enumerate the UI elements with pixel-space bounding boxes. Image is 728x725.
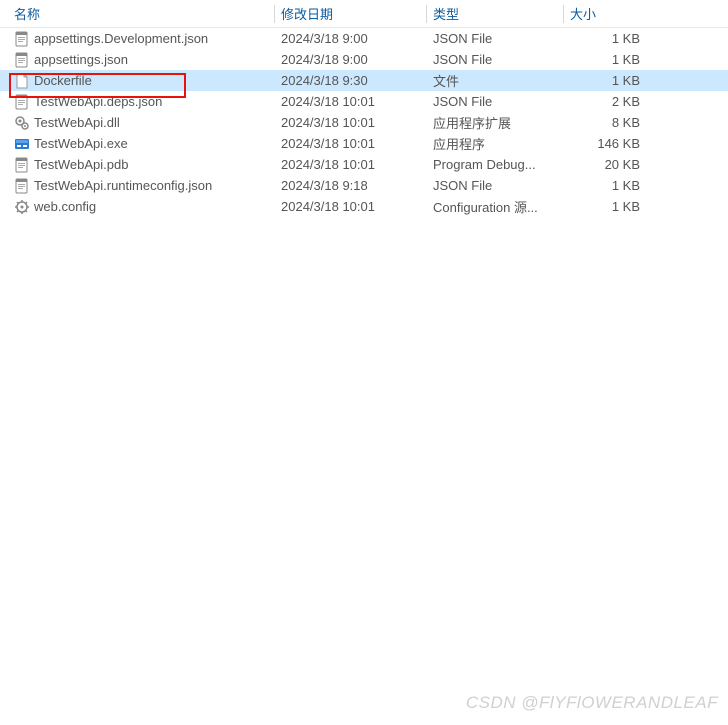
file-size: 1 KB	[570, 31, 660, 46]
file-row[interactable]: TestWebApi.exe 2024/3/18 10:01 应用程序 146 KB	[0, 133, 728, 154]
file-row[interactable]: appsettings.Development.json 2024/3/18 9:…	[0, 28, 728, 49]
file-row[interactable]: web.config 2024/3/18 10:01 Configuration 源…	[0, 196, 728, 217]
header-type[interactable]: 类型	[433, 4, 563, 23]
file-size: 2 KB	[570, 94, 660, 109]
file-row[interactable]: Dockerfile 2024/3/18 9:30 文件 1 KB	[0, 70, 728, 91]
file-list: appsettings.Development.json 2024/3/18 9:…	[0, 28, 728, 217]
file-type: 应用程序扩展	[433, 113, 563, 132]
file-name: TestWebApi.exe	[34, 136, 128, 151]
file-date: 2024/3/18 10:01	[281, 199, 426, 214]
config-file-icon	[14, 199, 30, 215]
file-row[interactable]: TestWebApi.pdb 2024/3/18 10:01 Program Deb…	[0, 154, 728, 175]
file-name: appsettings.json	[34, 52, 128, 67]
column-separator[interactable]	[426, 5, 427, 23]
file-name: TestWebApi.deps.json	[34, 94, 162, 109]
file-size: 1 KB	[570, 73, 660, 88]
file-type: Configuration 源...	[433, 197, 563, 216]
file-size: 1 KB	[570, 52, 660, 67]
json-file-icon	[14, 178, 30, 194]
file-type: JSON File	[433, 178, 563, 193]
dll-file-icon	[14, 115, 30, 131]
exe-file-icon	[14, 136, 30, 152]
file-date: 2024/3/18 9:30	[281, 73, 426, 88]
file-type: 应用程序	[433, 134, 563, 153]
column-headers: 名称 修改日期 类型 大小	[0, 0, 728, 28]
pdb-file-icon	[14, 157, 30, 173]
file-date: 2024/3/18 10:01	[281, 157, 426, 172]
file-size: 1 KB	[570, 178, 660, 193]
file-name: TestWebApi.pdb	[34, 157, 128, 172]
file-name: web.config	[34, 199, 96, 214]
file-size: 1 KB	[570, 199, 660, 214]
header-size[interactable]: 大小	[570, 4, 660, 23]
file-file-icon	[14, 73, 30, 89]
file-name: TestWebApi.dll	[34, 115, 120, 130]
file-type: 文件	[433, 71, 563, 90]
column-separator[interactable]	[274, 5, 275, 23]
file-type: JSON File	[433, 94, 563, 109]
json-file-icon	[14, 31, 30, 47]
header-name[interactable]: 名称	[6, 4, 274, 23]
file-name: Dockerfile	[34, 73, 92, 88]
file-name: TestWebApi.runtimeconfig.json	[34, 178, 212, 193]
file-size: 20 KB	[570, 157, 660, 172]
file-date: 2024/3/18 10:01	[281, 115, 426, 130]
file-size: 146 KB	[570, 136, 660, 151]
json-file-icon	[14, 94, 30, 110]
file-row[interactable]: TestWebApi.deps.json 2024/3/18 10:01 JSON …	[0, 91, 728, 112]
file-row[interactable]: TestWebApi.dll 2024/3/18 10:01 应用程序扩展 8 KB	[0, 112, 728, 133]
file-type: JSON File	[433, 31, 563, 46]
file-date: 2024/3/18 9:18	[281, 178, 426, 193]
watermark: CSDN @FlYFlOWERANDLEAF	[466, 693, 718, 713]
file-type: Program Debug...	[433, 157, 563, 172]
file-row[interactable]: appsettings.json 2024/3/18 9:00 JSON File 1…	[0, 49, 728, 70]
column-separator[interactable]	[563, 5, 564, 23]
header-date[interactable]: 修改日期	[281, 4, 426, 23]
file-date: 2024/3/18 9:00	[281, 52, 426, 67]
file-date: 2024/3/18 10:01	[281, 94, 426, 109]
file-name: appsettings.Development.json	[34, 31, 208, 46]
file-type: JSON File	[433, 52, 563, 67]
json-file-icon	[14, 52, 30, 68]
file-row[interactable]: TestWebApi.runtimeconfig.json 2024/3/18 9…	[0, 175, 728, 196]
file-size: 8 KB	[570, 115, 660, 130]
file-date: 2024/3/18 9:00	[281, 31, 426, 46]
file-date: 2024/3/18 10:01	[281, 136, 426, 151]
